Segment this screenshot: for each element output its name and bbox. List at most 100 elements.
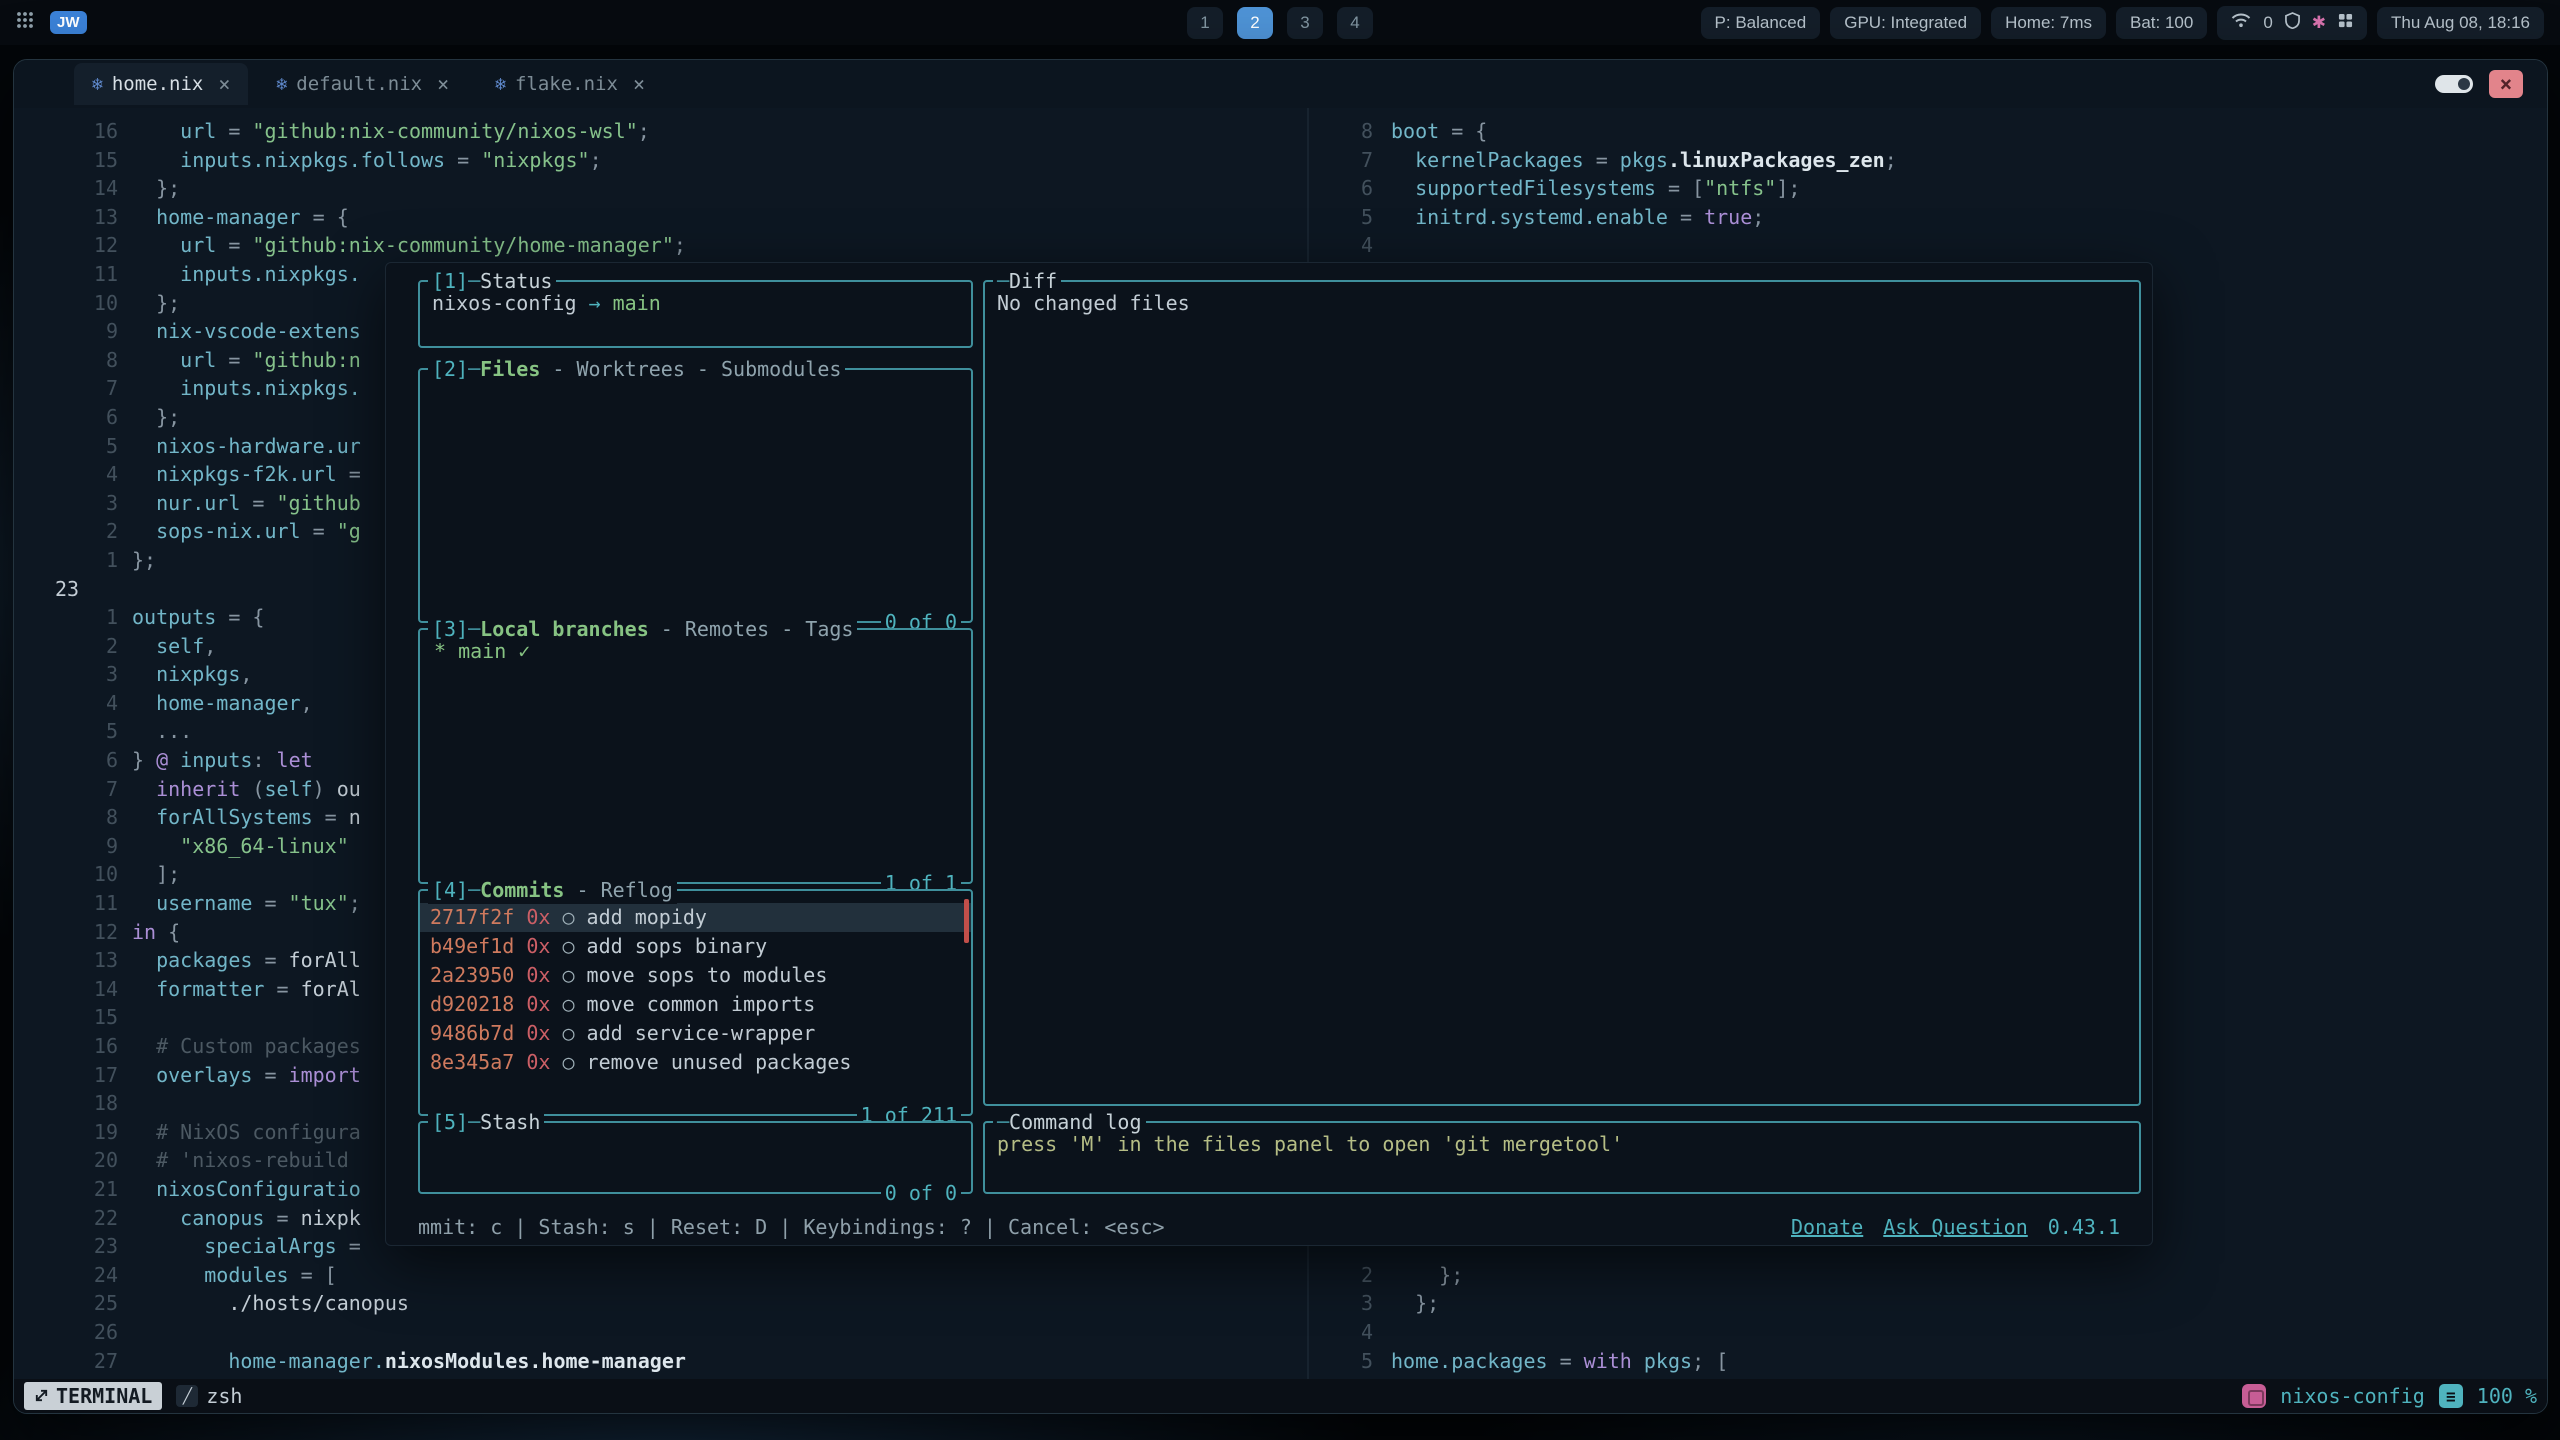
list-icon[interactable]: ≡ [2439,1384,2463,1408]
tab-label: home.nix [112,73,204,95]
tab-bar: ❄home.nix×❄default.nix×❄flake.nix× × [14,60,2547,108]
stash-panel-title: [5]─Stash [428,1108,544,1136]
shell-segment[interactable]: ╱ zsh [176,1384,242,1408]
line-number: 5 [1309,1347,1391,1376]
code-line: 6 supportedFilesystems = ["ntfs"]; [1309,174,2547,203]
line-number: 10 [14,289,132,318]
wifi-icon[interactable] [2231,12,2251,33]
tiles-icon[interactable] [2338,13,2353,33]
tab-close-icon[interactable]: × [218,72,230,96]
code-line: 4 [1309,231,2547,260]
commit-row[interactable]: 8e345a7 0x ○ remove unused packages [420,1048,971,1077]
line-number: 14 [14,975,132,1004]
code-line: 25 ./hosts/canopus [14,1289,1307,1318]
code-line: 27 home-manager.nixosModules.home-manage… [14,1347,1307,1376]
line-number: 8 [1309,117,1391,146]
tab-label: default.nix [296,73,422,95]
lazygit-stash-panel[interactable]: [5]─Stash 0 of 0 [418,1121,973,1194]
lazygit-version: 0.43.1 [2048,1213,2120,1241]
ask-question-link[interactable]: Ask Question [1883,1213,2028,1241]
tab-close-icon[interactable]: × [633,72,645,96]
tab-close-icon[interactable]: × [437,72,449,96]
flower-icon[interactable]: ✱ [2312,13,2326,33]
lazygit-branches-panel[interactable]: [3]─Local branches - Remotes - Tags * ma… [418,628,973,884]
code-line: 3 }; [1309,1289,2547,1318]
line-number: 2 [1309,1261,1391,1290]
apps-grid-icon[interactable] [16,11,34,34]
workspace-button-3[interactable]: 3 [1287,7,1323,39]
commit-row[interactable]: 2717f2f 0x ○ add mopidy [420,903,971,932]
clock[interactable]: Thu Aug 08, 18:16 [2377,7,2544,39]
line-number: 3 [14,660,132,689]
line-number: 4 [14,460,132,489]
lazygit-popup: [1]─Status nixos-config → main [2]─Files… [385,262,2153,1246]
line-number: 17 [14,1061,132,1090]
line-number: 8 [14,803,132,832]
layout-toggle[interactable] [2435,75,2473,93]
line-number: 11 [14,260,132,289]
code-line: 16 url = "github:nix-community/nixos-wsl… [14,117,1307,146]
lazygit-diff-panel[interactable]: ─Diff No changed files [983,280,2141,1106]
commit-row[interactable]: d920218 0x ○ move common imports [420,990,971,1019]
commits-panel-title: [4]─Commits - Reflog [428,876,677,904]
line-number: 27 [14,1347,132,1376]
code-line: 26 [14,1318,1307,1347]
lazygit-files-panel[interactable]: [2]─Files - Worktrees - Submodules 0 of … [418,368,973,623]
line-number: 10 [14,860,132,889]
lazygit-command-log-panel[interactable]: ─Command log press 'M' in the files pane… [983,1121,2141,1194]
line-number: 9 [14,832,132,861]
user-badge[interactable]: JW [50,11,87,34]
commit-row[interactable]: b49ef1d 0x ○ add sops binary [420,932,971,961]
line-number: 20 [14,1146,132,1175]
nix-icon: ❄ [92,74,103,95]
shield-count: 0 [2263,13,2272,33]
workspace-button-2[interactable]: 2 [1237,7,1273,39]
nix-icon: ❄ [276,74,287,95]
commit-row[interactable]: 9486b7d 0x ○ add service-wrapper [420,1019,971,1048]
command-log-title: ─Command log [993,1108,1146,1136]
status-item: Bat: 100 [2116,7,2207,39]
diagonal-arrows-icon [34,1383,49,1409]
mode-label: TERMINAL [56,1383,152,1409]
line-number: 22 [14,1204,132,1233]
top-bar: JW 1234 P: BalancedGPU: IntegratedHome: … [0,0,2560,45]
commit-row[interactable]: 2a23950 0x ○ move sops to modules [420,961,971,990]
line-number: 15 [14,146,132,175]
workspace-button-4[interactable]: 4 [1337,7,1373,39]
donate-link[interactable]: Donate [1791,1213,1863,1241]
workspace-button-1[interactable]: 1 [1187,7,1223,39]
shield-icon[interactable] [2285,12,2300,34]
line-number: 13 [14,203,132,232]
line-number: 3 [14,489,132,518]
code-line: 2 }; [1309,1261,2547,1290]
commits-scrollbar-thumb[interactable] [964,899,969,943]
code-line: 5 initrd.systemd.enable = true; [1309,203,2547,232]
code-line: 14 }; [14,174,1307,203]
code-line: 15 inputs.nixpkgs.follows = "nixpkgs"; [14,146,1307,175]
line-number: 25 [14,1289,132,1318]
line-number: 16 [14,1032,132,1061]
code-line: 24 modules = [ [14,1261,1307,1290]
line-number: 16 [14,117,132,146]
tab-home.nix[interactable]: ❄ home.nix × [74,63,248,105]
line-number: 26 [14,1318,132,1347]
lazygit-status-panel[interactable]: [1]─Status nixos-config → main [418,280,973,348]
line-number: 23 [14,1232,132,1261]
line-number: 6 [14,746,132,775]
tab-flake.nix[interactable]: ❄flake.nix× [477,63,663,105]
project-icon [2242,1384,2266,1408]
lazygit-commits-panel[interactable]: [4]─Commits - Reflog 2717f2f 0x ○ add mo… [418,889,973,1116]
code-line: 13 home-manager = { [14,203,1307,232]
line-number: 7 [14,775,132,804]
stash-count: 0 of 0 [881,1179,961,1207]
line-number: 15 [14,1003,132,1032]
tab-default.nix[interactable]: ❄ default.nix × [258,63,467,105]
line-number: 4 [14,689,132,718]
line-number: 13 [14,946,132,975]
code-line: 12 url = "github:nix-community/home-mana… [14,231,1307,260]
tray-icons: 0 ✱ [2217,6,2367,40]
line-number: 14 [14,174,132,203]
line-number: 24 [14,1261,132,1290]
branches-panel-title: [3]─Local branches - Remotes - Tags [428,615,857,643]
window-close-button[interactable]: × [2489,70,2523,98]
